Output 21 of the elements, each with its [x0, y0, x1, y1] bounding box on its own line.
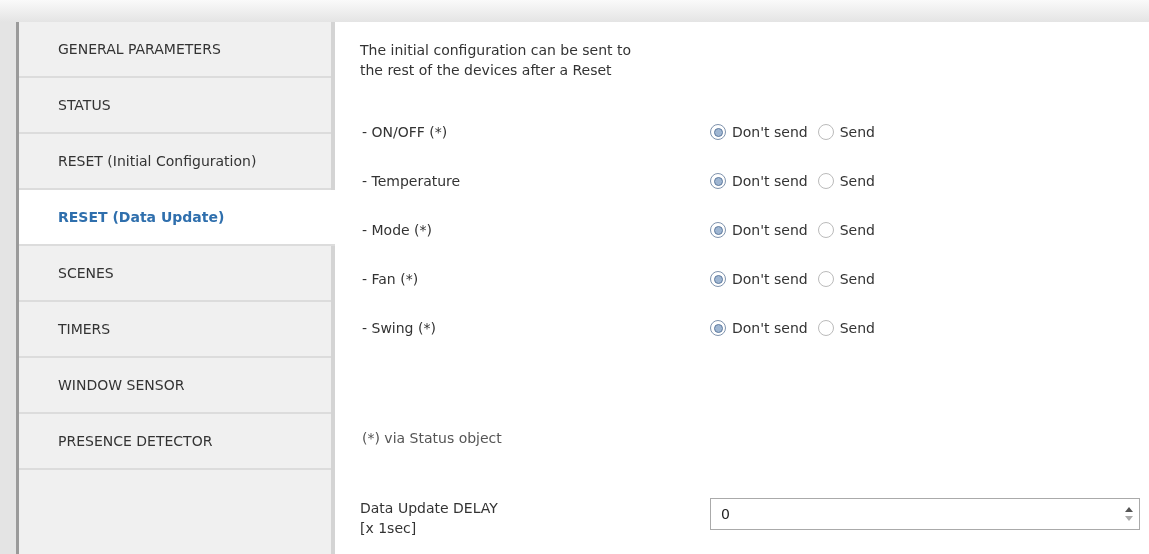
radio-option[interactable]: Don't send [710, 173, 808, 189]
radio-option[interactable]: Send [817, 222, 875, 238]
radio-option[interactable]: Don't send [710, 124, 808, 140]
description-text: The initial configuration can be sent to the rest of the devices after a Reset [360, 41, 633, 80]
radio-option[interactable]: Send [817, 320, 875, 336]
delay-label: Data Update DELAY [x 1sec] [360, 499, 499, 538]
parameter-label: - ON/OFF (*) [361, 124, 449, 140]
radio-option[interactable]: Send [817, 271, 875, 287]
radio-option[interactable]: Send [817, 173, 875, 189]
parameter-label: - Mode (*) [361, 222, 434, 238]
sidebar-item[interactable]: RESET (Data Update) [19, 190, 335, 246]
parameter-label: - Temperature [361, 173, 462, 189]
radio-option[interactable]: Send [817, 124, 875, 140]
footnote-text: (*) via Status object [361, 430, 503, 446]
radio-option[interactable]: Don't send [710, 271, 808, 287]
radio-option[interactable]: Don't send [710, 222, 808, 238]
radio-option[interactable]: Don't send [710, 320, 808, 336]
parameter-label: - Fan (*) [361, 271, 420, 287]
delay-spinbox[interactable]: 0 [710, 498, 1140, 530]
spinner-arrows-icon[interactable] [1125, 506, 1133, 522]
parameter-label: - Swing (*) [361, 320, 437, 336]
